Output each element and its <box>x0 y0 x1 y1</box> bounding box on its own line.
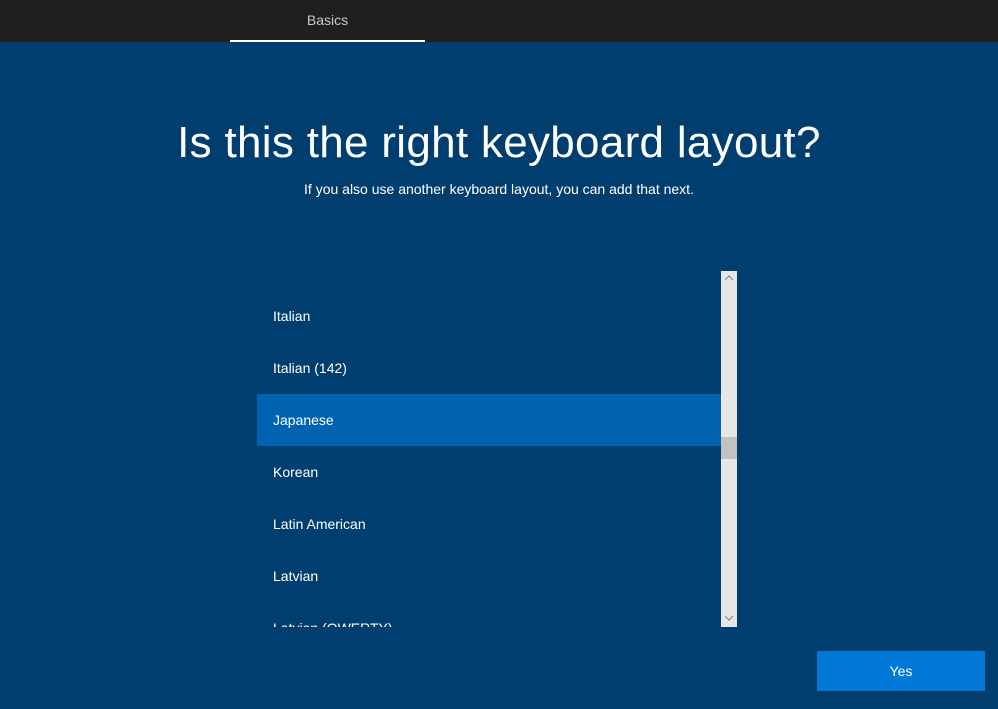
yes-button[interactable]: Yes <box>817 651 985 691</box>
chevron-down-icon[interactable] <box>721 611 737 627</box>
tab-basics-label: Basics <box>306 12 349 28</box>
list-item[interactable]: Latvian (QWERTY) <box>257 602 721 627</box>
tab-active-indicator <box>230 40 425 42</box>
list-item[interactable]: Korean <box>257 446 721 498</box>
list-item[interactable]: Italian <box>257 290 721 342</box>
keyboard-layout-list-items: Italian Italian (142) Japanese Korean La… <box>257 290 721 627</box>
tab-basics[interactable]: Basics <box>230 0 425 42</box>
keyboard-layout-list[interactable]: Italian Italian (142) Japanese Korean La… <box>257 271 737 627</box>
page-subtitle: If you also use another keyboard layout,… <box>304 181 694 197</box>
list-item[interactable]: Latin American <box>257 498 721 550</box>
page-title: Is this the right keyboard layout? <box>177 118 821 167</box>
scrollbar-thumb[interactable] <box>721 437 737 459</box>
scrollbar[interactable] <box>721 271 737 627</box>
top-bar: Basics <box>0 0 998 42</box>
list-item[interactable]: Latvian <box>257 550 721 602</box>
list-item[interactable]: Italian (142) <box>257 342 721 394</box>
chevron-up-icon[interactable] <box>721 271 737 287</box>
list-item-selected[interactable]: Japanese <box>257 394 721 446</box>
